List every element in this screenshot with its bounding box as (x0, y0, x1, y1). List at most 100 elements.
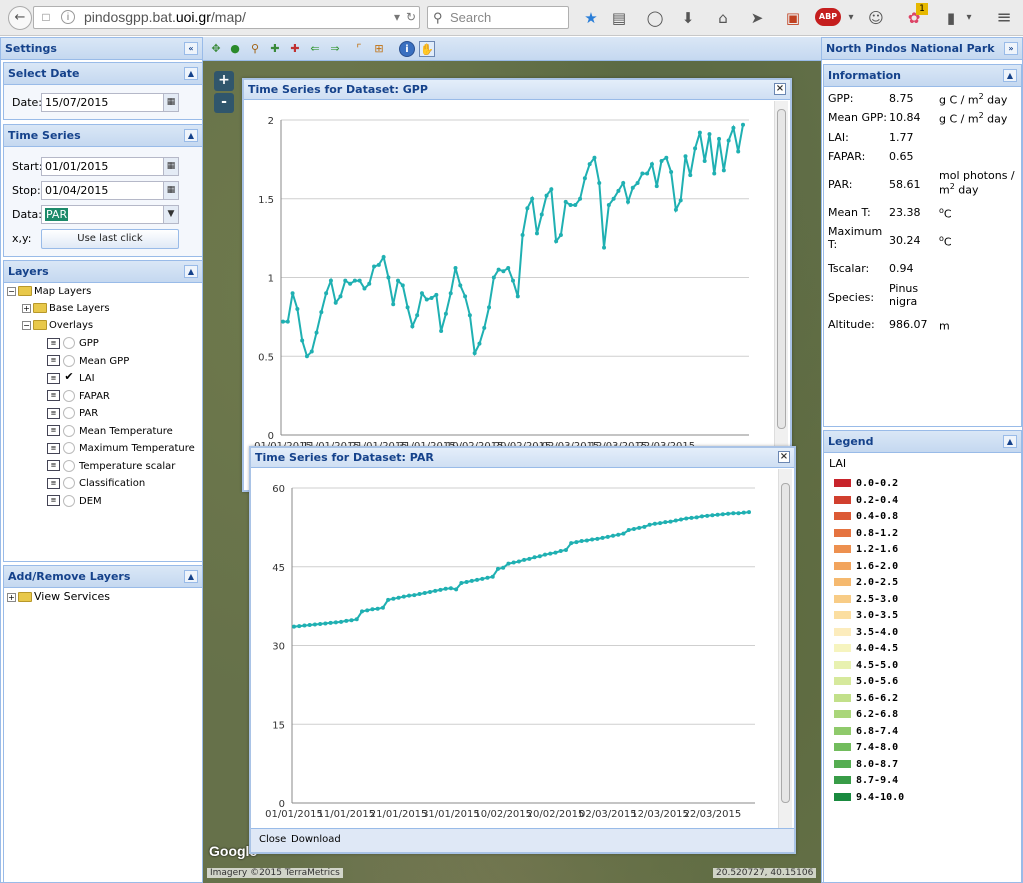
collapse-time-series-button[interactable]: ▲ (184, 129, 198, 142)
zoom-in-tool-icon[interactable]: ⚲ (247, 41, 263, 57)
measure-icon[interactable]: ⌜ (351, 41, 367, 57)
close-icon[interactable]: × (774, 83, 786, 95)
close-link[interactable]: Close (259, 829, 286, 851)
collapse-left-button[interactable]: « (184, 42, 198, 55)
collapse-information-button[interactable]: ▲ (1003, 69, 1017, 82)
tree-view-services[interactable]: + View Services (7, 588, 110, 605)
scroll-thumb[interactable] (777, 109, 786, 429)
use-last-click-button[interactable]: Use last click (41, 229, 179, 249)
adblock-menu-icon[interactable]: ▾ (840, 7, 862, 29)
date-field[interactable]: 15/07/2015 ▦ (41, 93, 179, 112)
download-link[interactable]: Download (291, 829, 341, 851)
layer-checkbox[interactable] (63, 407, 75, 419)
battery-menu-icon[interactable]: ▾ (958, 7, 980, 29)
start-calendar-icon[interactable]: ▦ (163, 157, 179, 176)
overlay-item[interactable]: ≡ PAR (47, 405, 98, 422)
reading-list-icon[interactable]: ▤ (608, 7, 630, 29)
addon-icon[interactable]: ▣ (782, 7, 804, 29)
legend-item: 9.4-10.0 (834, 790, 904, 806)
zoom-out-button[interactable]: - (214, 93, 234, 113)
info-icon[interactable]: i (399, 41, 415, 57)
data-point (463, 294, 468, 299)
layer-checkbox[interactable] (63, 389, 75, 402)
stop-calendar-icon[interactable]: ▦ (163, 181, 179, 200)
data-point (370, 607, 375, 612)
close-icon[interactable]: × (778, 451, 790, 463)
download-icon[interactable]: ⬇ (677, 7, 699, 29)
time-series-header: Time Series ▲ (4, 125, 202, 147)
identify-icon[interactable]: ✋ (419, 41, 435, 57)
pocket-icon[interactable]: ◯ (644, 7, 666, 29)
overlay-item[interactable]: ≡ Maximum Temperature (47, 440, 195, 457)
overlay-item[interactable]: ≡ ✔ LAI (47, 370, 95, 387)
collapse-icon[interactable]: − (7, 286, 16, 296)
home-icon[interactable]: ⌂ (712, 7, 734, 29)
layer-checkbox[interactable] (63, 337, 75, 349)
collapse-add-remove-button[interactable]: ▲ (184, 570, 198, 583)
overlay-item[interactable]: ≡ Classification (47, 475, 145, 492)
crop-icon[interactable]: ⊞ (371, 41, 387, 57)
tree-base-layers[interactable]: + Base Layers (22, 300, 110, 317)
layer-checkbox[interactable] (63, 477, 75, 489)
site-info-icon[interactable]: i (61, 10, 75, 24)
data-select[interactable]: PAR ▼ (41, 205, 179, 224)
info-unit: g C / m2 day (939, 111, 1021, 126)
zoom-box-icon[interactable]: ✚ (267, 41, 283, 57)
data-select-value: PAR (45, 208, 69, 221)
data-point (710, 513, 715, 518)
bookmark-star-icon[interactable]: ★ (580, 7, 602, 29)
back-button[interactable]: ← (8, 6, 32, 30)
adblock-label: ABP (818, 12, 838, 21)
overlay-item[interactable]: ≡ Temperature scalar (47, 458, 175, 475)
previous-extent-icon[interactable]: ⇐ (307, 41, 323, 57)
expand-icon[interactable]: + (7, 592, 16, 602)
zoom-in-button[interactable]: + (214, 71, 234, 91)
chevron-down-icon[interactable]: ▼ (163, 205, 179, 224)
collapse-icon[interactable]: − (22, 320, 31, 330)
chat-icon[interactable]: ☺ (865, 7, 887, 29)
search-placeholder: Search (450, 10, 492, 25)
reload-icon[interactable]: ↻ (404, 10, 418, 24)
data-point (312, 622, 317, 627)
stop-date-field[interactable]: 01/04/2015 ▦ (41, 181, 179, 200)
tree-map-layers[interactable]: − Map Layers (7, 283, 91, 300)
dropdown-icon[interactable]: ▾ (390, 10, 404, 24)
collapse-layers-button[interactable]: ▲ (184, 265, 198, 278)
overlay-item[interactable]: ≡ DEM (47, 493, 102, 510)
par-scrollbar[interactable] (778, 469, 792, 831)
tree-overlays[interactable]: − Overlays (22, 317, 93, 334)
start-date-field[interactable]: 01/01/2015 ▦ (41, 157, 179, 176)
par-chart-window[interactable]: Time Series for Dataset: PAR × 0 15 30 45 60 0… (249, 446, 796, 854)
info-unit: oC (939, 206, 1021, 221)
layer-checkbox[interactable] (63, 459, 75, 472)
gpp-scrollbar[interactable] (774, 101, 788, 471)
information-title: Information (828, 69, 901, 82)
expand-icon[interactable]: + (22, 303, 31, 313)
overlay-item[interactable]: ≡ FAPAR (47, 388, 110, 405)
collapse-right-button[interactable]: » (1004, 42, 1018, 55)
zoom-extent-icon[interactable]: ✥ (208, 41, 224, 57)
data-point (362, 286, 367, 291)
url-bar[interactable]: □ i pindosgpp.bat.uoi.gr/map/ ▾ ↻ (33, 6, 420, 29)
collapse-select-date-button[interactable]: ▲ (184, 67, 198, 80)
layer-checkbox[interactable] (63, 494, 75, 507)
zoom-out-tool-icon[interactable]: ✚ (287, 41, 303, 57)
layer-checkbox[interactable] (63, 424, 75, 437)
scroll-thumb[interactable] (781, 483, 790, 803)
search-input[interactable]: ⚲ Search (427, 6, 569, 29)
info-row: Species: Pinus nigra (828, 282, 1021, 318)
gpp-chart-window[interactable]: Time Series for Dataset: GPP× 00.511.520… (242, 78, 792, 492)
menu-icon[interactable]: ≡ (993, 7, 1015, 29)
overlay-item[interactable]: ≡ GPP (47, 335, 99, 352)
calendar-icon[interactable]: ▦ (163, 93, 179, 112)
overlay-item[interactable]: ≡ Mean GPP (47, 353, 129, 370)
next-extent-icon[interactable]: ⇒ (327, 41, 343, 57)
adblock-icon[interactable]: ABP (815, 8, 841, 26)
layer-checkbox[interactable] (63, 442, 75, 454)
layer-checkbox[interactable]: ✔ (63, 371, 75, 384)
layer-checkbox[interactable] (63, 354, 75, 367)
overlay-item[interactable]: ≡ Mean Temperature (47, 423, 173, 440)
globe-icon[interactable]: ● (227, 41, 243, 57)
collapse-legend-button[interactable]: ▲ (1003, 435, 1017, 448)
share-icon[interactable]: ➤ (746, 7, 768, 29)
